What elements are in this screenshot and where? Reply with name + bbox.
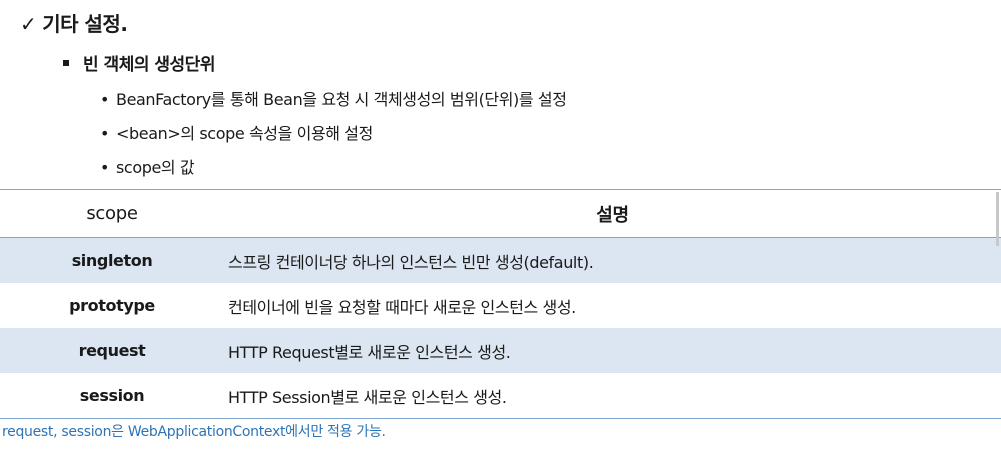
list-item-text: <bean>의 scope 속성을 이용해 설정: [116, 124, 373, 143]
table-row: singleton 스프링 컨테이너당 하나의 인스턴스 빈만 생성(defau…: [0, 237, 1001, 283]
table-row: session HTTP Session별로 새로운 인스턴스 생성.: [0, 373, 1001, 419]
section-heading: ✓ 기타 설정.: [20, 8, 128, 37]
sub-heading-text: 빈 객체의 생성단위: [83, 55, 215, 75]
section-title: 기타 설정.: [42, 12, 128, 36]
list-item-text: BeanFactory를 통해 Bean을 요청 시 객체생성의 범위(단위)를…: [116, 90, 567, 109]
header-description: 설명: [224, 189, 1001, 238]
scope-name-cell: prototype: [69, 296, 155, 315]
scope-table: scope 설명 singleton 스프링 컨테이너당 하나의 인스턴스 빈만…: [0, 189, 1001, 419]
scope-name-cell: session: [0, 373, 224, 419]
sub-heading: 빈 객체의 생성단위: [63, 50, 215, 75]
list-item: • <bean>의 scope 속성을 이용해 설정: [100, 124, 567, 158]
square-bullet-icon: [63, 60, 69, 66]
scope-name-cell: singleton: [0, 237, 224, 283]
checkmark-icon: ✓: [20, 12, 37, 36]
table-header-row: scope 설명: [0, 189, 1001, 238]
scope-name-cell: request: [0, 328, 224, 373]
table-row: request HTTP Request별로 새로운 인스턴스 생성.: [0, 328, 1001, 373]
bullet-dot-icon: •: [100, 90, 110, 109]
footnote: request, session은 WebApplicationContext에…: [2, 424, 386, 440]
scope-description-cell: 스프링 컨테이너당 하나의 인스턴스 빈만 생성(default).: [224, 237, 1001, 283]
scope-description-cell: HTTP Session별로 새로운 인스턴스 생성.: [224, 373, 1001, 419]
header-scope: scope: [0, 189, 224, 238]
table-row: prototype 컨테이너에 빈을 요청할 때마다 새로운 인스턴스 생성.: [0, 283, 1001, 328]
scope-description-cell: HTTP Request별로 새로운 인스턴스 생성.: [224, 328, 1001, 373]
list-item: • scope의 값: [100, 158, 567, 192]
bullet-dot-icon: •: [100, 124, 110, 143]
scope-description-cell: 컨테이너에 빈을 요청할 때마다 새로운 인스턴스 생성.: [228, 297, 576, 317]
bullet-list: • BeanFactory를 통해 Bean을 요청 시 객체생성의 범위(단위)…: [100, 90, 567, 192]
list-item: • BeanFactory를 통해 Bean을 요청 시 객체생성의 범위(단위)…: [100, 90, 567, 124]
bullet-dot-icon: •: [100, 158, 110, 177]
list-item-text: scope의 값: [116, 158, 195, 177]
scrollbar[interactable]: [996, 192, 999, 246]
